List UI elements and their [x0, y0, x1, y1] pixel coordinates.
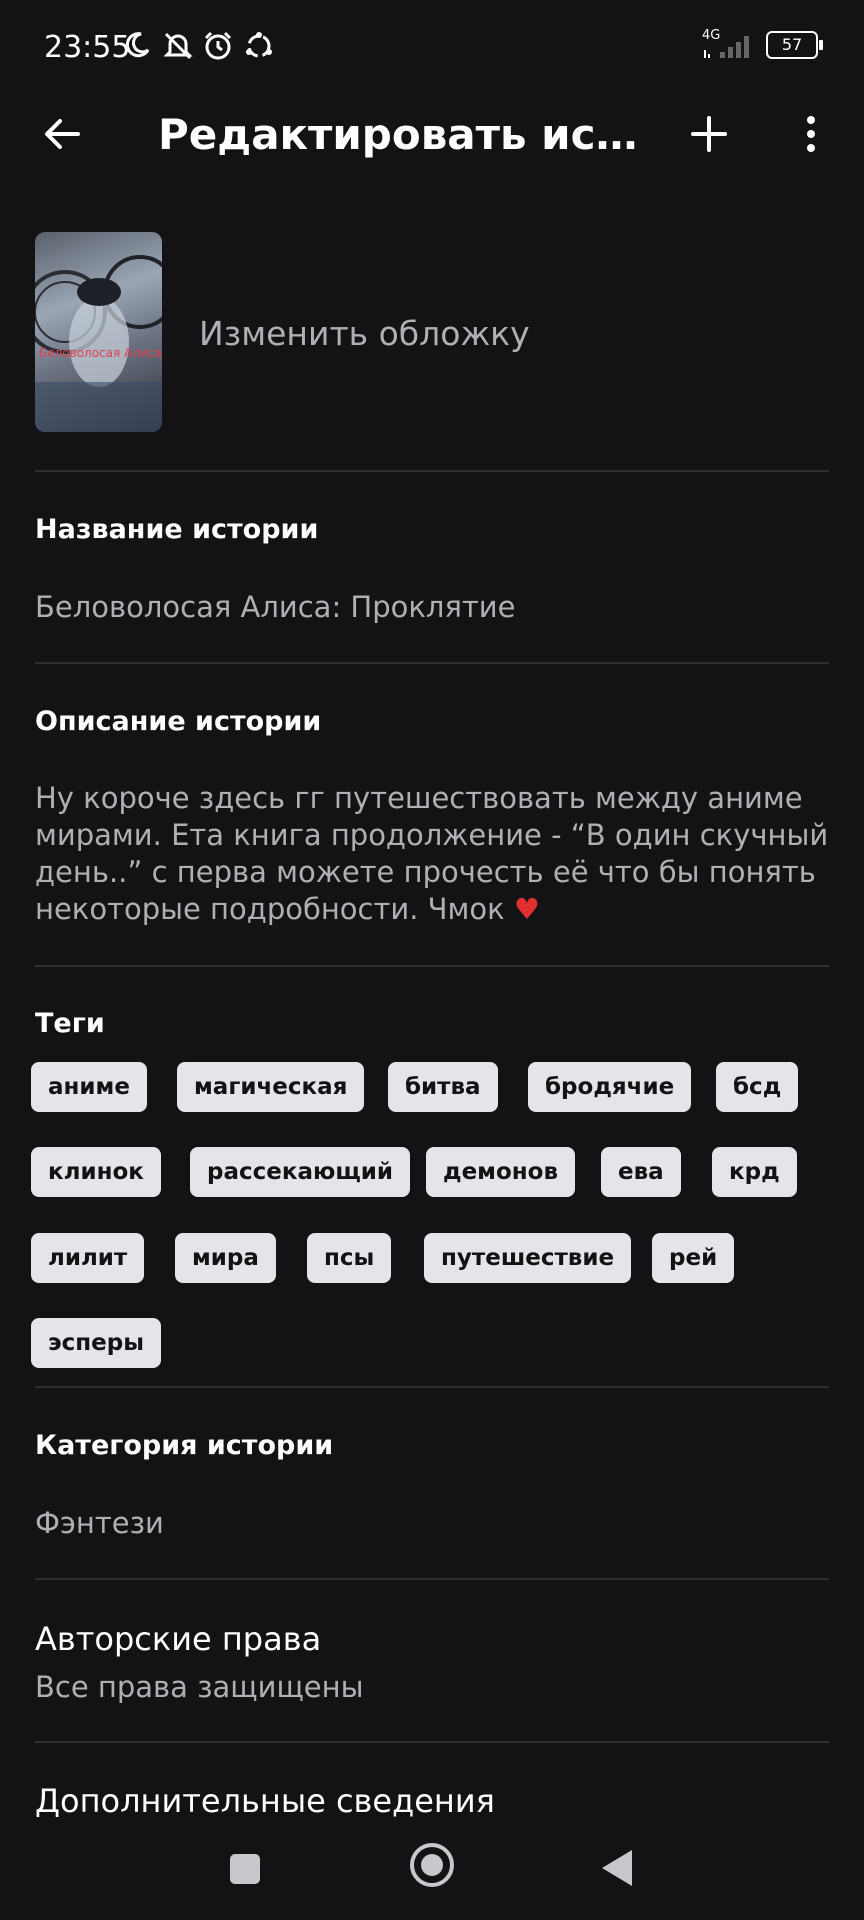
divider — [35, 965, 829, 967]
app-bar: Редактировать истор… — [0, 96, 864, 176]
tag-chip[interactable]: ева — [601, 1147, 681, 1197]
divider — [35, 1741, 829, 1743]
category-label: Категория истории — [35, 1430, 334, 1461]
bell-off-icon — [162, 30, 194, 66]
tags-label: Теги — [35, 1008, 105, 1039]
home-circle-icon[interactable] — [409, 1842, 455, 1892]
divider — [35, 1386, 829, 1388]
tag-chip[interactable]: бродячие — [528, 1062, 692, 1112]
page-title: Редактировать истор… — [158, 110, 638, 159]
signal-icon: 4G — [702, 28, 756, 60]
add-icon[interactable] — [685, 110, 733, 158]
tag-chip[interactable]: магическая — [177, 1062, 365, 1112]
tag-chip[interactable]: битва — [388, 1062, 498, 1112]
tag-chip[interactable]: аниме — [31, 1062, 147, 1112]
edit-story-screen: 23:55 4G 57 Редактировать ист Беловолоса… — [0, 0, 864, 1920]
cover-overlay-text: Беловолосая Алиса: Проклятие — [39, 346, 162, 360]
tag-chip[interactable]: мира — [175, 1233, 276, 1283]
story-title-field[interactable]: Беловолосая Алиса: Проклятие — [35, 590, 515, 624]
story-description-label: Описание истории — [35, 706, 322, 737]
alarm-icon — [202, 30, 234, 66]
copyright-title: Авторские права — [35, 1620, 322, 1658]
cover-image[interactable]: Беловолосая Алиса: Проклятие — [35, 232, 162, 432]
more-vert-icon[interactable] — [793, 110, 829, 158]
heart-emoji: ♥ — [513, 892, 540, 926]
tag-chip[interactable]: рассекающий — [190, 1147, 410, 1197]
back-triangle-icon[interactable] — [600, 1848, 634, 1892]
status-right: 4G 57 — [702, 28, 823, 60]
divider — [35, 1578, 829, 1580]
story-description-field[interactable]: Ну короче здесь гг путешествовать между … — [35, 780, 835, 928]
tag-chip[interactable]: демонов — [426, 1147, 576, 1197]
category-field[interactable]: Фэнтези — [35, 1506, 164, 1540]
description-text: Ну короче здесь гг путешествовать между … — [35, 781, 829, 926]
status-time: 23:55 — [44, 30, 131, 65]
change-cover-button[interactable]: Изменить обложку — [199, 314, 530, 353]
extra-info-row[interactable]: Дополнительные сведения — [35, 1782, 495, 1820]
recents-square-icon[interactable] — [228, 1852, 262, 1890]
tag-chip[interactable]: клинок — [31, 1147, 161, 1197]
tag-chip[interactable]: эсперы — [31, 1318, 162, 1368]
back-arrow-icon[interactable] — [38, 110, 86, 158]
tag-chip[interactable]: псы — [307, 1233, 392, 1283]
tag-chip[interactable]: лилит — [31, 1233, 145, 1283]
cover-row[interactable]: Беловолосая Алиса: Проклятие Изменить об… — [35, 232, 829, 432]
story-title-label: Название истории — [35, 514, 319, 545]
battery-indicator: 57 — [766, 31, 823, 59]
tag-chip[interactable]: крд — [712, 1147, 797, 1197]
divider — [35, 662, 829, 664]
divider — [35, 470, 829, 472]
moon-icon — [122, 30, 152, 64]
tag-chip[interactable]: бсд — [716, 1062, 799, 1112]
sync-icon — [243, 30, 275, 66]
tag-chip[interactable]: рей — [652, 1233, 735, 1283]
system-nav-bar — [0, 1818, 864, 1920]
status-bar: 23:55 4G 57 — [0, 0, 864, 96]
copyright-value: Все права защищены — [35, 1670, 364, 1704]
tag-chip[interactable]: путешествие — [424, 1233, 632, 1283]
